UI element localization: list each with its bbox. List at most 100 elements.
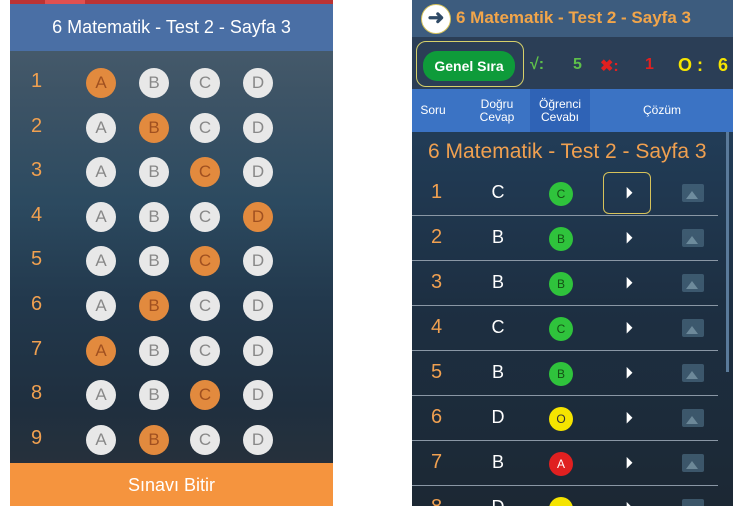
- option-a-button[interactable]: A: [86, 291, 116, 321]
- option-c-button[interactable]: C: [190, 291, 220, 321]
- option-d-button[interactable]: D: [243, 68, 273, 98]
- wrong-symbol: ✖:: [600, 58, 619, 75]
- option-b-button[interactable]: B: [139, 424, 169, 455]
- question-number: 9: [31, 426, 43, 449]
- question-number: 8: [31, 382, 43, 405]
- option-c-button[interactable]: C: [190, 157, 220, 188]
- genel-sira-button[interactable]: Genel Sıra: [423, 51, 515, 81]
- option-b-button[interactable]: B: [139, 201, 169, 232]
- scrollbar[interactable]: [726, 132, 729, 372]
- option-a-button[interactable]: A: [86, 157, 116, 188]
- option-a-button[interactable]: A: [86, 380, 116, 411]
- question-number: 2: [31, 114, 43, 137]
- option-b-button[interactable]: B: [139, 112, 169, 143]
- option-d-button[interactable]: D: [243, 112, 273, 143]
- result-row: 4 C C ⏵: [412, 307, 724, 351]
- result-row: 6 D O ⏵: [412, 397, 724, 441]
- option-a-button[interactable]: A: [86, 112, 116, 143]
- image-icon[interactable]: [682, 499, 704, 506]
- option-b-button[interactable]: B: [139, 157, 169, 188]
- image-icon[interactable]: [682, 454, 704, 472]
- image-icon[interactable]: [682, 229, 704, 247]
- empty-count: 6: [718, 55, 729, 75]
- row-divider: [412, 395, 718, 396]
- option-c-button[interactable]: C: [190, 246, 220, 277]
- answer-row: 9 ABCD: [10, 418, 333, 462]
- column-ogrenci-cevabi: Öğrenci Cevabı: [530, 89, 590, 132]
- option-d-button[interactable]: D: [243, 291, 273, 321]
- result-row: 5 B B ⏵: [412, 352, 724, 396]
- option-b-button[interactable]: B: [139, 380, 169, 411]
- answer-row: 4 ABCD: [10, 195, 333, 239]
- question-number: 8: [431, 496, 442, 506]
- option-d-button[interactable]: D: [243, 424, 273, 455]
- option-d-button[interactable]: D: [243, 380, 273, 411]
- page-title: 6 Matematik - Test 2 - Sayfa 3: [10, 4, 333, 51]
- row-divider: [412, 215, 718, 216]
- option-a-button[interactable]: A: [86, 424, 116, 455]
- option-c-button[interactable]: C: [190, 424, 220, 455]
- play-solution-icon[interactable]: ⏵: [616, 361, 642, 387]
- play-solution-icon[interactable]: ⏵: [616, 496, 642, 506]
- finish-exam-button[interactable]: Sınavı Bitir: [10, 463, 333, 506]
- answer-row: 3 ABCD: [10, 150, 333, 194]
- result-row: 3 B B ⏵: [412, 262, 724, 306]
- column-cozum: Çözüm: [642, 103, 681, 117]
- option-a-button[interactable]: A: [86, 335, 116, 366]
- student-answer-badge: B: [549, 272, 573, 296]
- correct-count: 5: [573, 56, 582, 73]
- row-divider: [412, 350, 718, 351]
- correct-answer: B: [491, 227, 504, 247]
- results-screen: ➜ 6 Matematik - Test 2 - Sayfa 3 Genel S…: [412, 0, 733, 506]
- play-solution-icon[interactable]: ⏵: [616, 226, 642, 252]
- option-b-button[interactable]: B: [139, 68, 169, 98]
- question-number: 4: [31, 203, 43, 226]
- option-c-button[interactable]: C: [190, 335, 220, 366]
- result-row: 7 B A ⏵: [412, 442, 724, 486]
- option-d-button[interactable]: D: [243, 201, 273, 232]
- question-number: 1: [431, 181, 443, 203]
- correct-answer: D: [488, 497, 508, 506]
- answer-sheet-screen: 6 Matematik - Test 2 - Sayfa 3 1ABCD2ABC…: [10, 0, 333, 506]
- play-solution-icon[interactable]: ⏵: [616, 451, 642, 477]
- option-d-button[interactable]: D: [243, 157, 273, 188]
- result-row: 8 D ⏵: [412, 487, 724, 506]
- question-number: 7: [31, 337, 43, 360]
- answer-row: 2 ABCD: [10, 106, 333, 150]
- option-c-button[interactable]: C: [190, 201, 220, 232]
- play-solution-icon[interactable]: ⏵: [616, 271, 642, 297]
- empty-symbol: O :: [678, 55, 703, 75]
- question-number: 6: [431, 406, 443, 428]
- correct-answer: D: [491, 407, 505, 427]
- solution-highlight: [603, 172, 651, 214]
- student-answer-badge: C: [549, 317, 573, 341]
- question-number: 2: [431, 226, 443, 248]
- option-a-button[interactable]: A: [86, 68, 116, 98]
- option-d-button[interactable]: D: [243, 246, 273, 277]
- option-a-button[interactable]: A: [86, 246, 116, 277]
- option-d-button[interactable]: D: [243, 335, 273, 366]
- option-b-button[interactable]: B: [139, 335, 169, 366]
- column-dogru-cevap: Doğru Cevap: [479, 96, 515, 124]
- row-divider: [412, 440, 718, 441]
- image-icon[interactable]: [682, 184, 704, 202]
- student-answer-badge: B: [549, 362, 573, 386]
- correct-answer: B: [491, 452, 504, 472]
- student-answer-badge: A: [549, 452, 573, 476]
- option-b-button[interactable]: B: [139, 291, 169, 321]
- question-number: 4: [431, 316, 443, 338]
- image-icon[interactable]: [682, 319, 704, 337]
- play-solution-icon[interactable]: ⏵: [616, 406, 642, 432]
- option-b-button[interactable]: B: [139, 246, 169, 277]
- option-a-button[interactable]: A: [86, 201, 116, 232]
- play-solution-icon[interactable]: ⏵: [616, 316, 642, 342]
- option-c-button[interactable]: C: [190, 112, 220, 143]
- back-arrow-icon[interactable]: ➜: [421, 4, 451, 34]
- option-c-button[interactable]: C: [190, 380, 220, 411]
- image-icon[interactable]: [682, 274, 704, 292]
- correct-answer: B: [491, 272, 504, 292]
- image-icon[interactable]: [682, 364, 704, 382]
- option-c-button[interactable]: C: [190, 68, 220, 98]
- question-number: 3: [31, 159, 43, 182]
- image-icon[interactable]: [682, 409, 704, 427]
